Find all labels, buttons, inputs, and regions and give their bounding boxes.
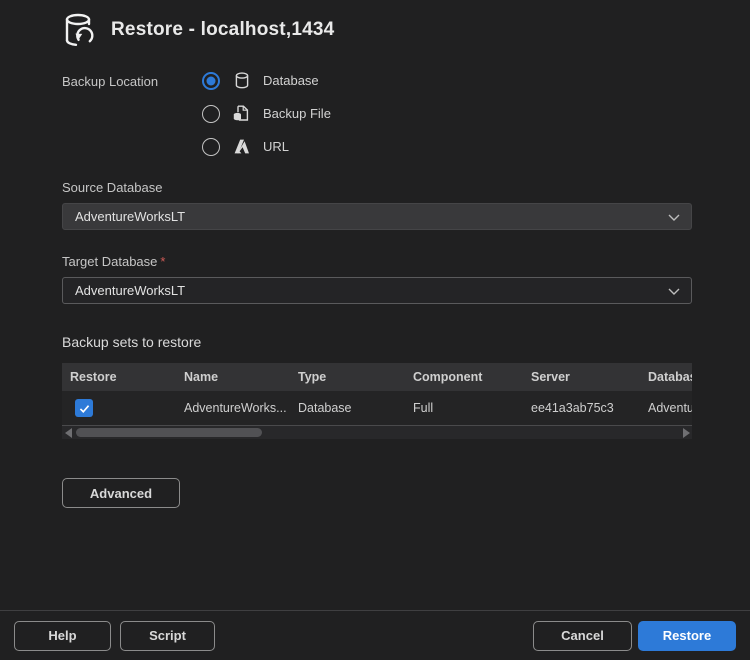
scroll-left-arrow-icon[interactable] [62, 426, 74, 439]
radio-option-url[interactable]: URL [202, 137, 331, 156]
advanced-button[interactable]: Advanced [62, 478, 180, 508]
target-database-label-text: Target Database [62, 254, 157, 269]
radio-option-backup-file[interactable]: Backup File [202, 104, 331, 123]
radio-url[interactable] [202, 138, 220, 156]
chevron-down-icon [667, 286, 681, 296]
cell-database: AdventureWorksLT [640, 401, 692, 415]
backup-sets-title: Backup sets to restore [62, 334, 692, 350]
backup-location-radio-group: Database Backup File [202, 71, 331, 156]
chevron-down-icon [667, 212, 681, 222]
script-button[interactable]: Script [120, 621, 215, 651]
azure-icon [232, 137, 251, 156]
radio-backup-file[interactable] [202, 105, 220, 123]
column-header-restore: Restore [62, 370, 176, 384]
scrollbar-track[interactable] [74, 428, 680, 437]
horizontal-scrollbar[interactable] [62, 426, 692, 439]
radio-database[interactable] [202, 72, 220, 90]
column-header-component: Component [405, 370, 523, 384]
column-header-type: Type [290, 370, 405, 384]
dialog-body: Backup Location Database [0, 71, 750, 508]
source-database-select[interactable]: AdventureWorksLT [62, 203, 692, 230]
dialog-footer: Help Script Cancel Restore [0, 610, 750, 660]
radio-label-url: URL [263, 139, 289, 154]
table-row[interactable]: AdventureWorks... Database Full ee41a3ab… [62, 391, 692, 426]
cell-type: Database [290, 401, 405, 415]
radio-label-database: Database [263, 73, 319, 88]
backup-sets-table: Restore Name Type Component Server Datab… [62, 363, 692, 439]
radio-label-backup-file: Backup File [263, 106, 331, 121]
dialog-title: Restore - localhost,1434 [111, 19, 334, 41]
restore-checkbox[interactable] [75, 399, 93, 417]
restore-dialog: Restore - localhost,1434 Backup Location… [0, 0, 750, 660]
source-database-label: Source Database [62, 180, 692, 195]
cell-restore [62, 399, 176, 417]
backup-location-label: Backup Location [62, 71, 202, 156]
radio-option-database[interactable]: Database [202, 71, 331, 90]
scrollbar-thumb[interactable] [76, 428, 262, 437]
backup-file-icon [232, 104, 251, 123]
required-marker: * [160, 254, 165, 269]
column-header-server: Server [523, 370, 640, 384]
backup-location-field: Backup Location Database [62, 71, 692, 156]
help-button[interactable]: Help [14, 621, 111, 651]
target-database-value: AdventureWorksLT [75, 283, 667, 298]
dialog-header: Restore - localhost,1434 [0, 0, 750, 50]
scroll-right-arrow-icon[interactable] [680, 426, 692, 439]
cell-component: Full [405, 401, 523, 415]
source-database-value: AdventureWorksLT [75, 209, 667, 224]
target-database-label: Target Database* [62, 254, 692, 269]
cancel-button[interactable]: Cancel [533, 621, 632, 651]
cell-server: ee41a3ab75c3 [523, 401, 640, 415]
column-header-database: Database [640, 370, 692, 384]
column-header-name: Name [176, 370, 290, 384]
database-icon [232, 71, 251, 90]
target-database-combobox[interactable]: AdventureWorksLT [62, 277, 692, 304]
table-header-row: Restore Name Type Component Server Datab… [62, 363, 692, 391]
restore-button[interactable]: Restore [638, 621, 736, 651]
restore-database-icon [58, 10, 98, 50]
cell-name: AdventureWorks... [176, 401, 290, 415]
